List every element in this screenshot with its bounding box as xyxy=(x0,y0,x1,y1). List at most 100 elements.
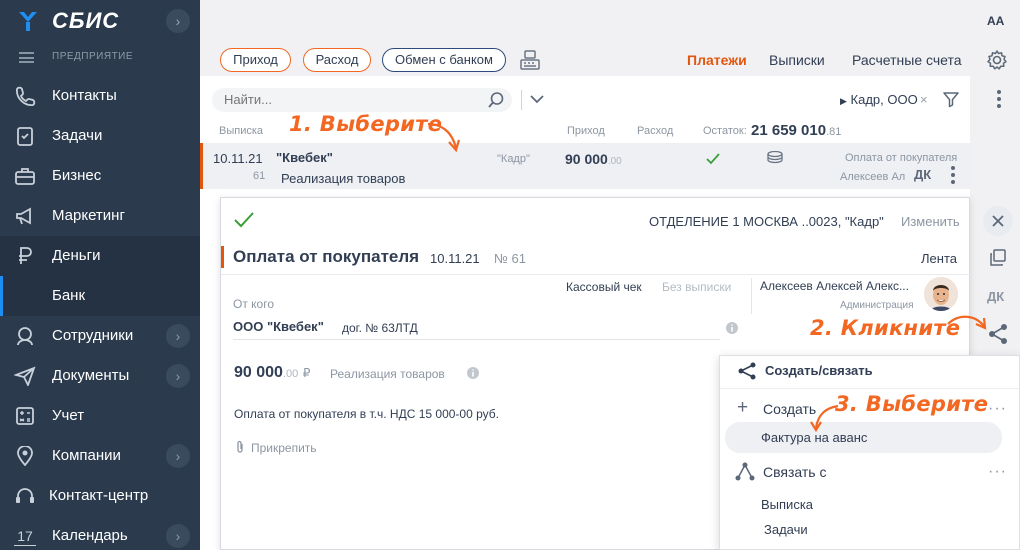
calendar-icon: 17 xyxy=(14,528,36,546)
chevron-right-icon[interactable]: › xyxy=(166,444,190,468)
sidebar-item-contacts[interactable]: Контакты xyxy=(0,76,200,116)
more-horizontal-icon[interactable]: ··· xyxy=(988,400,1007,418)
megaphone-icon xyxy=(16,207,31,225)
balance-label: Остаток: xyxy=(703,125,747,137)
row-description: Реализация товаров xyxy=(281,171,406,186)
sidebar-item-label: Деньги xyxy=(52,247,101,264)
section-label: ПРЕДПРИЯТИЕ xyxy=(52,51,134,62)
chevron-down-icon[interactable] xyxy=(529,91,545,107)
from-label: От кого xyxy=(233,297,275,311)
calculator-icon xyxy=(16,407,34,425)
bank-exchange-button[interactable]: Обмен с банком xyxy=(382,48,506,72)
share-icon[interactable] xyxy=(987,323,1009,345)
font-size-toggle[interactable]: AA xyxy=(987,14,1004,28)
title-accent-bar xyxy=(221,246,224,268)
chevron-right-icon[interactable]: › xyxy=(166,524,190,548)
sidebar-item-business[interactable]: Бизнес xyxy=(0,156,200,196)
amount-value: 90 000.00 ₽ xyxy=(234,364,310,382)
card-date: 10.11.21 xyxy=(430,251,480,266)
contacts-icon xyxy=(16,86,36,106)
tab-statements[interactable]: Выписки xyxy=(769,52,825,68)
sidebar-item-label: Сотрудники xyxy=(52,327,134,344)
row-amount: 90 000.00 xyxy=(565,151,622,167)
info-icon[interactable] xyxy=(726,322,738,334)
copy-icon[interactable] xyxy=(989,249,1007,267)
sidebar-item-documents[interactable]: Документы › xyxy=(0,356,200,396)
more-horizontal-icon[interactable]: ··· xyxy=(988,463,1007,481)
search-box[interactable] xyxy=(212,88,512,112)
cash-register-icon[interactable] xyxy=(518,48,542,72)
from-value[interactable]: ООО "Квебек" xyxy=(233,319,324,334)
cash-check-link[interactable]: Кассовый чек xyxy=(566,280,642,294)
balance-decimals: .81 xyxy=(826,126,842,138)
brand-chevron-right-icon[interactable]: › xyxy=(166,9,190,33)
search-input[interactable] xyxy=(224,92,474,107)
annotation-step-3: 3. Выберите xyxy=(835,392,989,416)
payment-purpose: Оплата от покупателя в т.ч. НДС 15 000-0… xyxy=(234,407,499,421)
responsible-department: Администрация xyxy=(840,300,914,311)
menu-burger-icon[interactable] xyxy=(19,52,34,63)
contract-value[interactable]: дог. № 63ЛТД xyxy=(342,321,418,335)
headset-icon xyxy=(16,488,34,503)
sidebar-item-label: Календарь xyxy=(52,527,128,544)
sidebar: СБИС › ПРЕДПРИЯТИЕ Контакты Задачи Бизне… xyxy=(0,0,200,550)
sidebar-item-companies[interactable]: Компании › xyxy=(0,436,200,476)
balance-value: 21 659 010.81 xyxy=(751,122,841,139)
sidebar-item-accounting[interactable]: Учет xyxy=(0,396,200,436)
feed-link[interactable]: Лента xyxy=(921,251,957,266)
chevron-right-icon[interactable]: › xyxy=(166,364,190,388)
expense-button[interactable]: Расход xyxy=(303,48,371,72)
sidebar-item-calendar[interactable]: 17 Календарь › xyxy=(0,516,200,550)
annotation-arrow-1 xyxy=(427,122,461,153)
sidebar-item-employees[interactable]: Сотрудники › xyxy=(0,316,200,356)
income-button[interactable]: Приход xyxy=(220,48,291,72)
row-operation: Оплата от покупателя xyxy=(845,152,958,164)
tab-bank-accounts[interactable]: Расчетные счета xyxy=(852,52,962,68)
dk-button[interactable]: ДК xyxy=(987,289,1004,304)
chevron-right-icon[interactable]: › xyxy=(166,324,190,348)
gear-icon[interactable] xyxy=(986,49,1008,71)
vertical-divider xyxy=(751,278,752,314)
check-icon xyxy=(234,212,254,228)
filter-arrow-icon: ▶ xyxy=(840,96,847,106)
table-row[interactable]: 10.11.21 61 "Квебек" Реализация товаров … xyxy=(200,143,970,189)
row-person: Алексеев Ал xyxy=(840,171,906,183)
annotation-arrow-3 xyxy=(810,404,839,433)
menu-item-statement[interactable]: Выписка xyxy=(761,497,813,512)
sidebar-item-label: Маркетинг xyxy=(52,207,125,224)
more-vertical-icon[interactable] xyxy=(950,165,956,185)
sidebar-item-label: Учет xyxy=(52,407,85,424)
sidebar-item-money[interactable]: Деньги xyxy=(0,236,200,276)
row-number: 61 xyxy=(253,170,266,182)
filter-close-icon[interactable]: × xyxy=(920,92,928,107)
attach-button[interactable]: Прикрепить xyxy=(235,440,317,455)
sidebar-item-bank[interactable]: Банк xyxy=(0,276,200,316)
info-icon[interactable] xyxy=(467,367,479,379)
section-header[interactable]: ПРЕДПРИЯТИЕ xyxy=(0,46,200,70)
menu-header: Создать/связать xyxy=(765,363,873,378)
annotation-step-1: 1. Выберите xyxy=(289,112,443,136)
more-vertical-icon[interactable] xyxy=(996,89,1002,109)
responsible-person[interactable]: Алексеев Алексей Алекс... xyxy=(760,279,909,293)
funnel-icon[interactable] xyxy=(942,90,960,108)
sidebar-item-label: Бизнес xyxy=(52,167,102,184)
amount-decimals: .00 xyxy=(282,368,299,380)
sidebar-item-label: Контакт-центр xyxy=(49,487,149,504)
sidebar-item-marketing[interactable]: Маркетинг xyxy=(0,196,200,236)
menu-divider xyxy=(720,388,1020,389)
card-branch: ОТДЕЛЕНИЕ 1 МОСКВА ..0023, "Кадр" xyxy=(649,214,884,229)
close-button[interactable] xyxy=(983,206,1013,236)
brand-name: СБИС xyxy=(52,8,120,33)
sidebar-item-contact-center[interactable]: Контакт-центр xyxy=(0,476,200,516)
avatar[interactable] xyxy=(924,277,958,311)
edit-link[interactable]: Изменить xyxy=(901,214,960,229)
sidebar-item-tasks[interactable]: Задачи xyxy=(0,116,200,156)
link-tree-icon xyxy=(735,462,755,481)
tab-payments[interactable]: Платежи xyxy=(687,52,747,68)
amount-main: 90 000 xyxy=(234,364,283,381)
search-icon[interactable] xyxy=(487,91,505,109)
filter-chip[interactable]: ▶ Кадр, ООО xyxy=(840,92,918,107)
menu-item-link-with[interactable]: Связать с xyxy=(763,464,826,480)
attach-label: Прикрепить xyxy=(251,441,317,455)
menu-item-tasks[interactable]: Задачи xyxy=(764,522,808,537)
